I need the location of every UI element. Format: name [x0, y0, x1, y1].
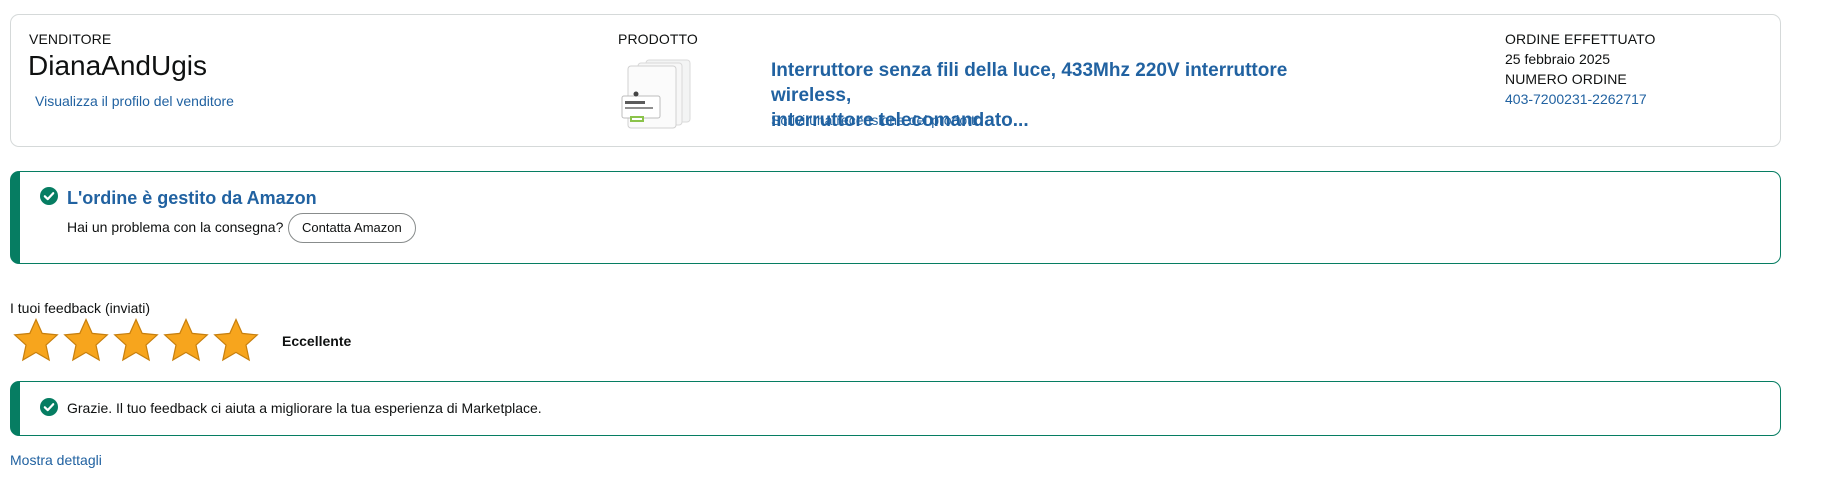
product-title-line1: Interruttore senza fili della luce, 433M…: [771, 60, 1288, 106]
order-number-caption: NUMERO ORDINE: [1505, 71, 1627, 87]
star-icon[interactable]: [162, 318, 210, 364]
feedback-thanks-message: Grazie. Il tuo feedback ci aiuta a migli…: [67, 400, 542, 416]
order-date-caption: ORDINE EFFETTUATO: [1505, 31, 1656, 47]
show-details-link[interactable]: Mostra dettagli: [10, 452, 102, 468]
check-circle-icon: [40, 187, 58, 205]
check-circle-icon: [40, 398, 58, 416]
seller-name: DianaAndUgis: [28, 50, 207, 81]
contact-amazon-button[interactable]: Contatta Amazon: [288, 213, 416, 243]
seller-caption: VENDITORE: [29, 31, 112, 47]
seller-profile-link[interactable]: Visualizza il profilo del venditore: [35, 93, 234, 109]
feedback-heading: I tuoi feedback (inviati): [10, 300, 151, 316]
product-thumbnail-image: [621, 59, 691, 129]
star-icon[interactable]: [112, 318, 160, 364]
delivery-question: Hai un problema con la consegna?: [67, 219, 284, 235]
product-thumbnail[interactable]: [618, 56, 700, 132]
order-number-link[interactable]: 403-7200231-2262717: [1505, 91, 1647, 107]
star-icon[interactable]: [12, 318, 60, 364]
order-date: 25 febbraio 2025: [1505, 51, 1611, 67]
star-icon[interactable]: [212, 318, 260, 364]
star-rating[interactable]: [12, 318, 262, 366]
product-caption: PRODOTTO: [618, 31, 698, 47]
fulfilment-alert-title: L'ordine è gestito da Amazon: [67, 188, 317, 208]
rating-label: Eccellente: [282, 333, 352, 349]
write-review-link[interactable]: Scrivi una recensione del prodotto: [771, 112, 983, 128]
star-icon[interactable]: [62, 318, 110, 364]
fulfilment-alert: [10, 171, 1781, 264]
